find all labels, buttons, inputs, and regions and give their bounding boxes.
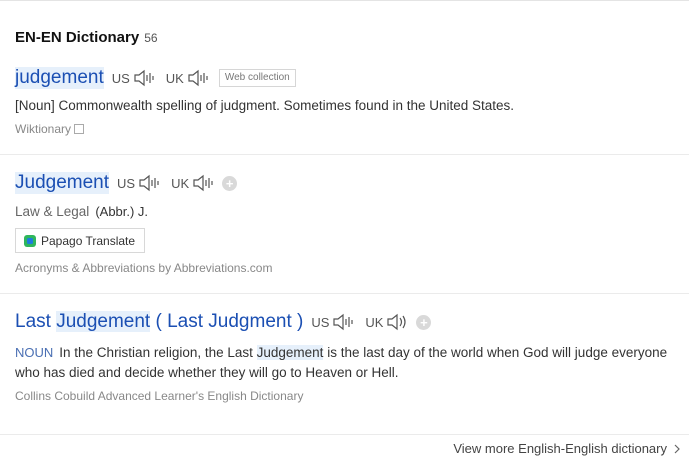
speaker-icon[interactable]	[138, 173, 162, 193]
divider	[0, 293, 689, 294]
definition: NOUN In the Christian religion, the Last …	[15, 345, 668, 380]
papago-logo-icon	[24, 234, 36, 247]
divider	[0, 434, 689, 435]
entry-3: Last Judgement ( Last Judgment ) US UK +…	[15, 310, 689, 403]
section-title: EN-EN Dictionary	[15, 29, 140, 46]
speaker-icon[interactable]	[192, 173, 216, 193]
definition: [Noun] Commonwealth spelling of judgment…	[15, 98, 515, 113]
headword-link[interactable]: Judgement	[15, 172, 110, 194]
entry-1: judgement US UK Web collection [Noun] Co…	[15, 66, 689, 136]
source-label: Collins Cobuild Advanced Learner's Engli…	[15, 389, 304, 403]
copy-icon[interactable]	[74, 124, 85, 134]
pronunciation-uk: UK	[171, 173, 216, 193]
plus-icon[interactable]: +	[222, 175, 238, 191]
source-label: Acronyms & Abbreviations by Abbreviation…	[15, 261, 273, 275]
field-label: Law & Legal	[15, 204, 90, 219]
part-of-speech: NOUN	[15, 345, 54, 360]
web-collection-tag[interactable]: Web collection	[218, 69, 296, 87]
section-header: EN-EN Dictionary 56	[15, 29, 158, 46]
chevron-right-icon	[674, 444, 680, 453]
speaker-icon[interactable]	[133, 68, 157, 88]
pronunciation-uk: UK	[365, 312, 410, 332]
source-label: Wiktionary	[15, 122, 689, 136]
pronunciation-us: US	[112, 68, 157, 88]
result-count: 56	[144, 31, 158, 45]
speaker-icon[interactable]	[187, 68, 211, 88]
pronunciation-us: US	[311, 312, 356, 332]
abbreviation: (Abbr.) J.	[95, 204, 149, 219]
view-more-link[interactable]: View more English-English dictionary	[453, 441, 681, 456]
pronunciation-uk: UK	[166, 68, 211, 88]
speaker-icon[interactable]	[386, 312, 410, 332]
headword-link[interactable]: judgement	[15, 67, 104, 89]
plus-icon[interactable]: +	[416, 314, 432, 330]
top-divider	[0, 0, 689, 1]
speaker-icon[interactable]	[332, 312, 356, 332]
entry-2: Judgement US UK + Law & Legal (Abbr.) J.	[15, 171, 689, 275]
divider	[0, 154, 689, 155]
headword-link[interactable]: Last Judgement ( Last Judgment )	[15, 311, 303, 333]
papago-translate-button[interactable]: Papago Translate	[15, 228, 146, 253]
pronunciation-us: US	[117, 173, 162, 193]
